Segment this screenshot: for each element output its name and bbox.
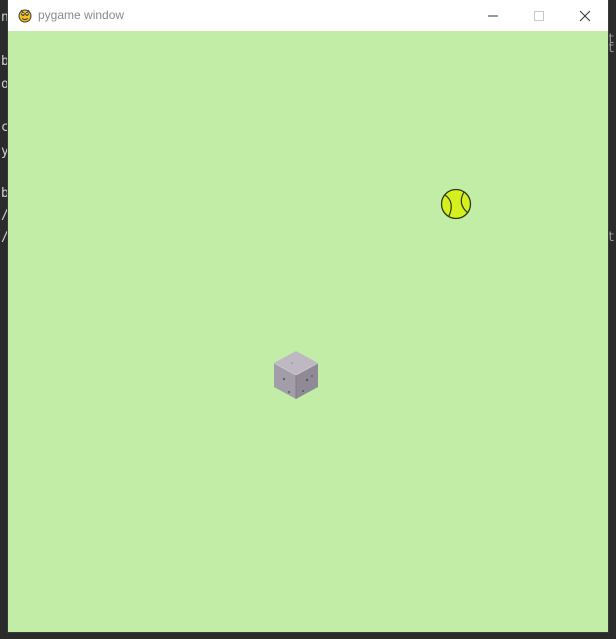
window-title: pygame window — [38, 8, 125, 22]
tennis-ball-sprite — [440, 188, 472, 220]
terminal-char: t — [607, 230, 615, 245]
maximize-icon — [534, 10, 544, 21]
title-bar[interactable]: pygame window — [8, 0, 608, 31]
minimize-icon — [488, 15, 498, 16]
pygame-window: pygame window — [8, 0, 608, 632]
game-canvas[interactable] — [8, 31, 608, 632]
terminal-char: t — [607, 41, 615, 56]
close-icon — [579, 10, 591, 21]
close-button[interactable] — [562, 0, 608, 31]
minimize-button[interactable] — [470, 0, 516, 31]
maximize-button[interactable] — [516, 0, 562, 31]
pygame-snake-icon — [17, 7, 33, 23]
stone-block-sprite — [273, 351, 319, 399]
